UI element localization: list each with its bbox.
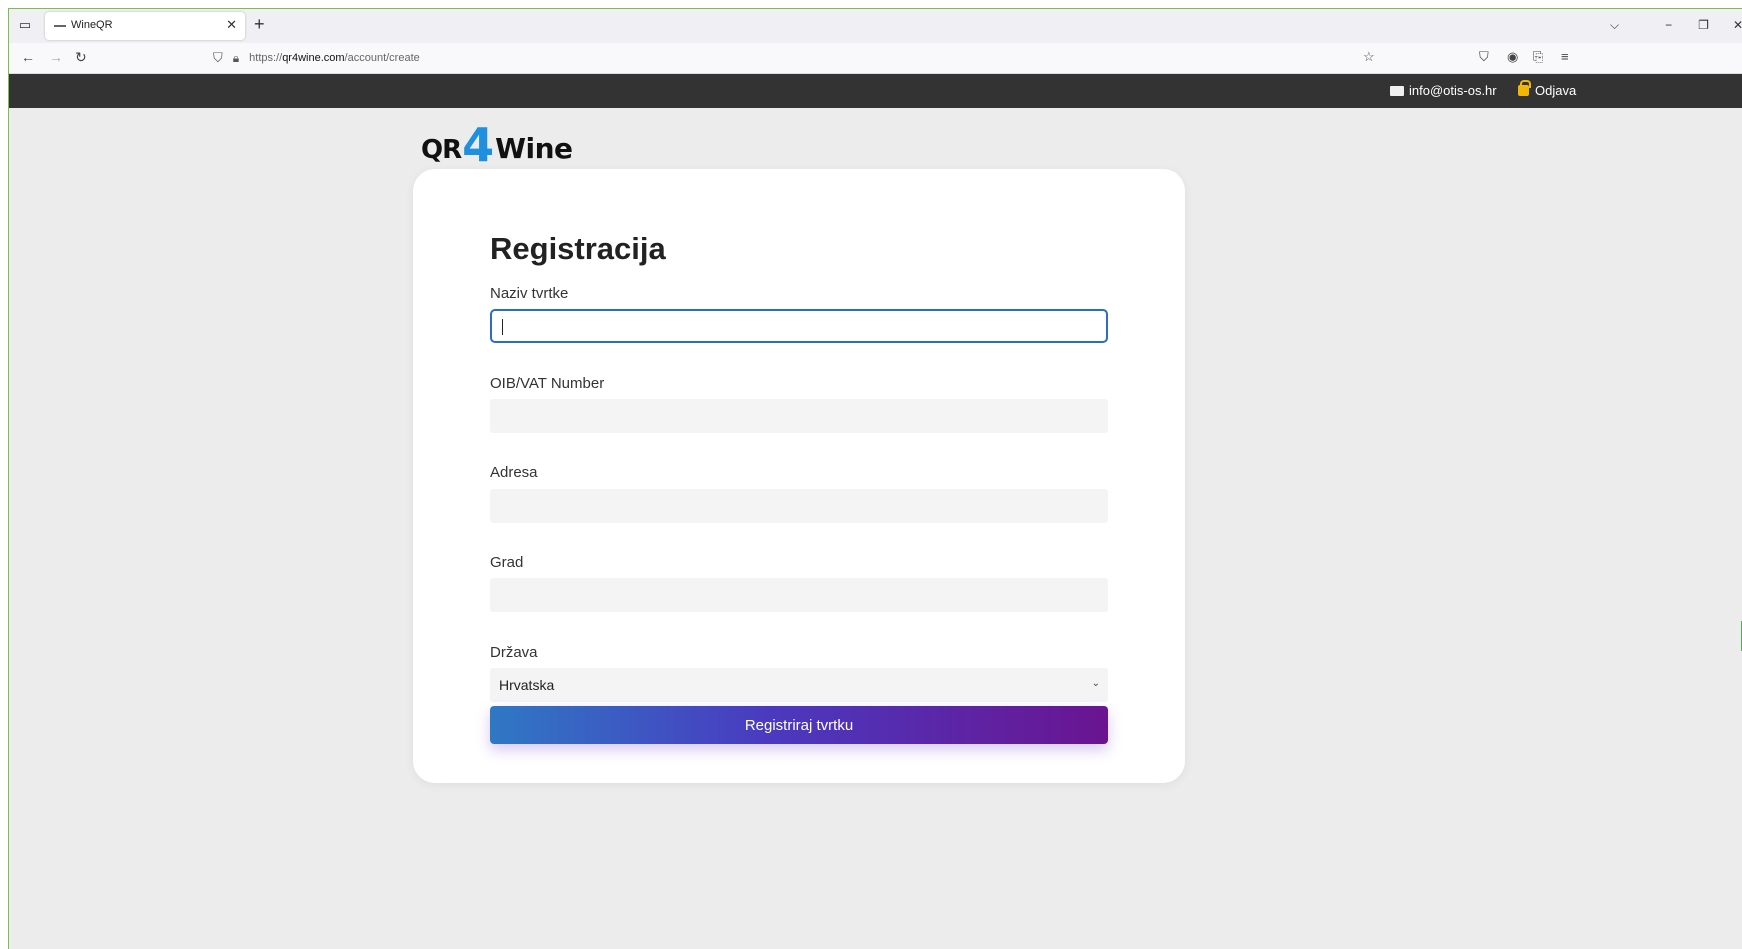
- padlock-icon: [1518, 80, 1531, 96]
- tab-title: WineQR: [71, 19, 113, 31]
- registration-card: Registracija Naziv tvrtke OIB/VAT Number…: [413, 169, 1185, 783]
- top-strip: [0, 0, 1742, 8]
- minimize-icon[interactable]: −: [1665, 18, 1672, 32]
- menu-icon[interactable]: ≡: [1561, 49, 1569, 64]
- forward-icon[interactable]: →: [49, 49, 63, 65]
- logo-text-wine: Wine: [495, 132, 573, 165]
- shield-icon[interactable]: ⛉: [213, 50, 223, 66]
- restore-icon[interactable]: ❐: [1698, 18, 1709, 32]
- email-link[interactable]: info@otis-os.hr: [1390, 83, 1497, 98]
- extensions-icon[interactable]: ⎘: [1533, 49, 1543, 65]
- logo-text-qr: QR: [421, 135, 462, 165]
- new-tab-icon[interactable]: +: [254, 15, 265, 33]
- close-window-icon[interactable]: ✕: [1733, 18, 1742, 32]
- browser-window: ▭ WineQR ✕ + ⌵ − ❐ ✕ ← → ↻ ⛉ 🔒︎ https://…: [8, 8, 1742, 949]
- envelope-icon: [1390, 85, 1404, 96]
- favicon-icon: [54, 25, 66, 27]
- vat-input[interactable]: [490, 399, 1108, 433]
- close-icon[interactable]: ✕: [226, 17, 237, 33]
- logout-text: Odjava: [1535, 83, 1577, 98]
- lock-icon[interactable]: 🔒︎: [233, 51, 239, 66]
- address-label: Adresa: [490, 464, 538, 481]
- url-host: qr4wine.com: [282, 52, 345, 64]
- window-controls: ⌵ − ❐ ✕: [1576, 15, 1742, 35]
- logout-link[interactable]: Odjava: [1518, 80, 1577, 98]
- city-input[interactable]: [490, 578, 1108, 612]
- company-name-input[interactable]: [490, 309, 1108, 343]
- bookmark-star-icon[interactable]: ☆: [1363, 49, 1375, 65]
- qr4wine-logo[interactable]: QR 4 Wine: [421, 118, 573, 172]
- url-bar[interactable]: ⛉ 🔒︎ https://qr4wine.com/account/create: [213, 49, 420, 67]
- chevron-down-icon[interactable]: ⌵: [1610, 18, 1619, 33]
- chevron-down-icon: ⌄: [1091, 678, 1100, 689]
- logo-text-4: 4: [462, 118, 495, 172]
- address-input[interactable]: [490, 489, 1108, 523]
- text-caret: [502, 319, 503, 335]
- country-label: Država: [490, 644, 538, 661]
- url-scheme: https://: [249, 52, 283, 64]
- nav-bar: ← → ↻ ⛉ 🔒︎ https://qr4wine.com/account/c…: [9, 43, 1742, 74]
- pocket-icon[interactable]: ⛉: [1479, 49, 1489, 65]
- country-select[interactable]: Hrvatska ⌄: [490, 668, 1108, 702]
- register-company-button[interactable]: Registriraj tvrtku: [490, 706, 1108, 744]
- site-top-bar: info@otis-os.hr Odjava: [9, 74, 1742, 108]
- country-select-value: Hrvatska: [499, 677, 555, 693]
- back-icon[interactable]: ←: [21, 49, 35, 65]
- vat-label: OIB/VAT Number: [490, 375, 605, 392]
- tab-list-icon[interactable]: ▭: [17, 17, 33, 33]
- tab-bar: ▭ WineQR ✕ + ⌵ − ❐ ✕: [9, 9, 1742, 43]
- page-title: Registracija: [490, 231, 666, 266]
- reload-icon[interactable]: ↻: [75, 49, 87, 66]
- account-icon[interactable]: ◉: [1507, 49, 1518, 65]
- email-text: info@otis-os.hr: [1409, 83, 1497, 98]
- company-name-label: Naziv tvrtke: [490, 285, 569, 302]
- tab-wineqr[interactable]: WineQR ✕: [45, 12, 245, 40]
- url-text[interactable]: https://qr4wine.com/account/create: [249, 52, 420, 64]
- url-path: /account/create: [344, 52, 420, 64]
- city-label: Grad: [490, 554, 524, 571]
